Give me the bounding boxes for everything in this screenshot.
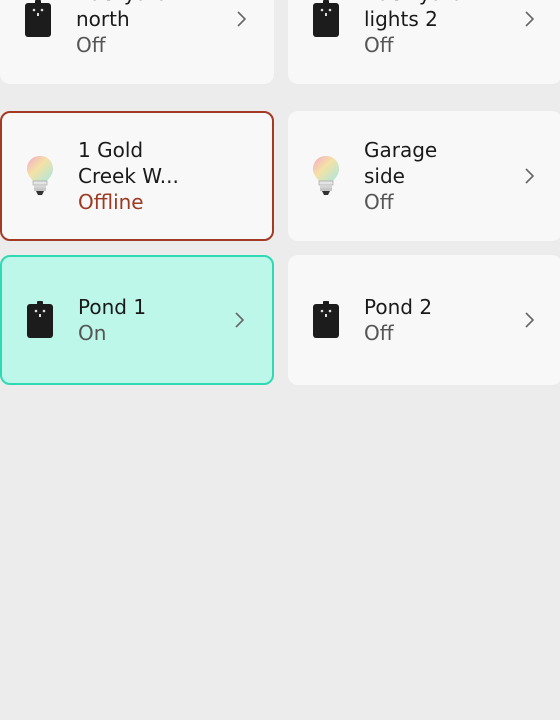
device-card-garage-side[interactable]: Garage side Off <box>288 111 560 241</box>
device-card-backyard-north[interactable]: Backyard north Off <box>0 0 274 84</box>
color-bulb-icon <box>22 153 58 199</box>
chevron-right-icon <box>235 312 245 328</box>
chevron-right-icon <box>525 11 535 27</box>
device-status: Off <box>364 190 394 214</box>
device-status: Off <box>364 321 394 345</box>
chevron-right-icon <box>525 168 535 184</box>
device-status: Off <box>76 33 106 57</box>
device-name: Garage side <box>364 138 438 188</box>
device-card-1-gold-creek[interactable]: 1 Gold Creek W... Offline <box>0 111 274 241</box>
smart-plug-icon <box>308 297 344 343</box>
device-card-pond-2[interactable]: Pond 2 Off <box>288 255 560 385</box>
chevron-right-icon <box>525 312 535 328</box>
device-name: Pond 1 <box>78 295 147 319</box>
chevron-right-icon <box>237 11 247 27</box>
device-card-pond-1[interactable]: Pond 1 On <box>0 255 274 385</box>
device-name: Backyard north <box>76 0 169 31</box>
device-name: Back yard lights 2 <box>364 0 464 31</box>
device-status: On <box>78 321 107 345</box>
device-status: Offline <box>78 190 144 214</box>
device-card-back-yard-lights-2[interactable]: Back yard lights 2 Off <box>288 0 560 84</box>
smart-plug-icon <box>20 0 56 42</box>
device-name: Pond 2 <box>364 295 433 319</box>
device-name: 1 Gold Creek W... <box>78 138 179 188</box>
smart-plug-icon <box>308 0 344 42</box>
device-status: Off <box>364 33 394 57</box>
color-bulb-icon <box>308 153 344 199</box>
smart-plug-icon <box>22 297 58 343</box>
